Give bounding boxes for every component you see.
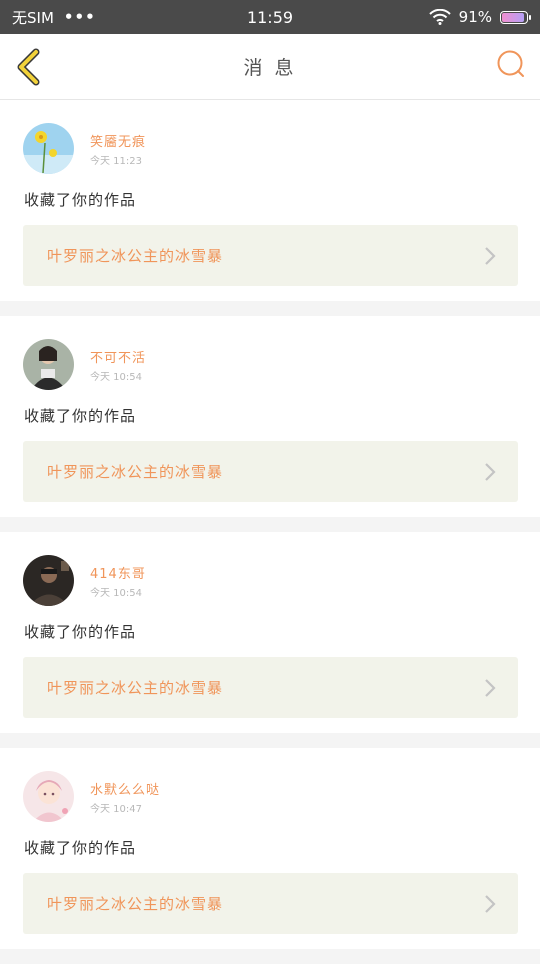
chevron-right-icon bbox=[485, 679, 496, 697]
notification-card: 水默么么哒 今天 10:47 收藏了你的作品 叶罗丽之冰公主的冰雪暴 bbox=[0, 748, 540, 949]
action-text: 收藏了你的作品 bbox=[24, 191, 137, 209]
notification-list: 笑靥无痕 今天 11:23 收藏了你的作品 叶罗丽之冰公主的冰雪暴 不可不活 今… bbox=[0, 100, 540, 964]
chevron-right-icon bbox=[485, 463, 496, 481]
back-arrow-icon[interactable] bbox=[12, 47, 46, 87]
work-link[interactable]: 叶罗丽之冰公主的冰雪暴 bbox=[23, 873, 518, 934]
work-link[interactable]: 叶罗丽之冰公主的冰雪暴 bbox=[23, 225, 518, 286]
signal-dots-icon: ••• bbox=[63, 8, 96, 26]
notification-card: 414东哥 今天 10:54 收藏了你的作品 叶罗丽之冰公主的冰雪暴 bbox=[0, 532, 540, 733]
work-link[interactable]: 叶罗丽之冰公主的冰雪暴 bbox=[23, 441, 518, 502]
avatar[interactable] bbox=[23, 555, 74, 606]
user-name[interactable]: 笑靥无痕 bbox=[90, 131, 146, 150]
timestamp: 今天 11:23 bbox=[90, 156, 142, 167]
timestamp: 今天 10:54 bbox=[90, 588, 142, 599]
chevron-right-icon bbox=[485, 247, 496, 265]
status-left: 无SIM ••• bbox=[12, 7, 96, 28]
page-title: 消 息 bbox=[243, 57, 297, 79]
work-title: 叶罗丽之冰公主的冰雪暴 bbox=[47, 247, 224, 265]
avatar[interactable] bbox=[23, 123, 74, 174]
work-title: 叶罗丽之冰公主的冰雪暴 bbox=[47, 463, 224, 481]
battery-percent: 91% bbox=[458, 8, 492, 26]
action-text: 收藏了你的作品 bbox=[24, 407, 137, 425]
timestamp: 今天 10:54 bbox=[90, 372, 142, 383]
timestamp: 今天 10:47 bbox=[90, 804, 142, 815]
user-name[interactable]: 水默么么哒 bbox=[90, 779, 160, 798]
carrier-label: 无SIM bbox=[12, 8, 54, 27]
avatar[interactable] bbox=[23, 771, 74, 822]
work-link[interactable]: 叶罗丽之冰公主的冰雪暴 bbox=[23, 657, 518, 718]
user-name[interactable]: 414东哥 bbox=[90, 563, 146, 582]
status-bar: 无SIM ••• 11:59 91% bbox=[0, 0, 540, 34]
user-name[interactable]: 不可不活 bbox=[90, 347, 146, 366]
notification-card: 不可不活 今天 10:54 收藏了你的作品 叶罗丽之冰公主的冰雪暴 bbox=[0, 316, 540, 517]
action-text: 收藏了你的作品 bbox=[24, 623, 137, 641]
battery-icon bbox=[500, 10, 531, 24]
notification-card: 笑靥无痕 今天 11:23 收藏了你的作品 叶罗丽之冰公主的冰雪暴 bbox=[0, 100, 540, 301]
avatar[interactable] bbox=[23, 339, 74, 390]
action-text: 收藏了你的作品 bbox=[24, 839, 137, 857]
wifi-icon bbox=[428, 9, 451, 25]
status-right: 91% bbox=[428, 8, 531, 26]
work-title: 叶罗丽之冰公主的冰雪暴 bbox=[47, 679, 224, 697]
work-title: 叶罗丽之冰公主的冰雪暴 bbox=[47, 895, 224, 913]
chevron-right-icon bbox=[485, 895, 496, 913]
battery-fill bbox=[502, 12, 524, 22]
search-icon[interactable] bbox=[496, 49, 526, 79]
nav-bar: 消 息 bbox=[0, 34, 540, 100]
